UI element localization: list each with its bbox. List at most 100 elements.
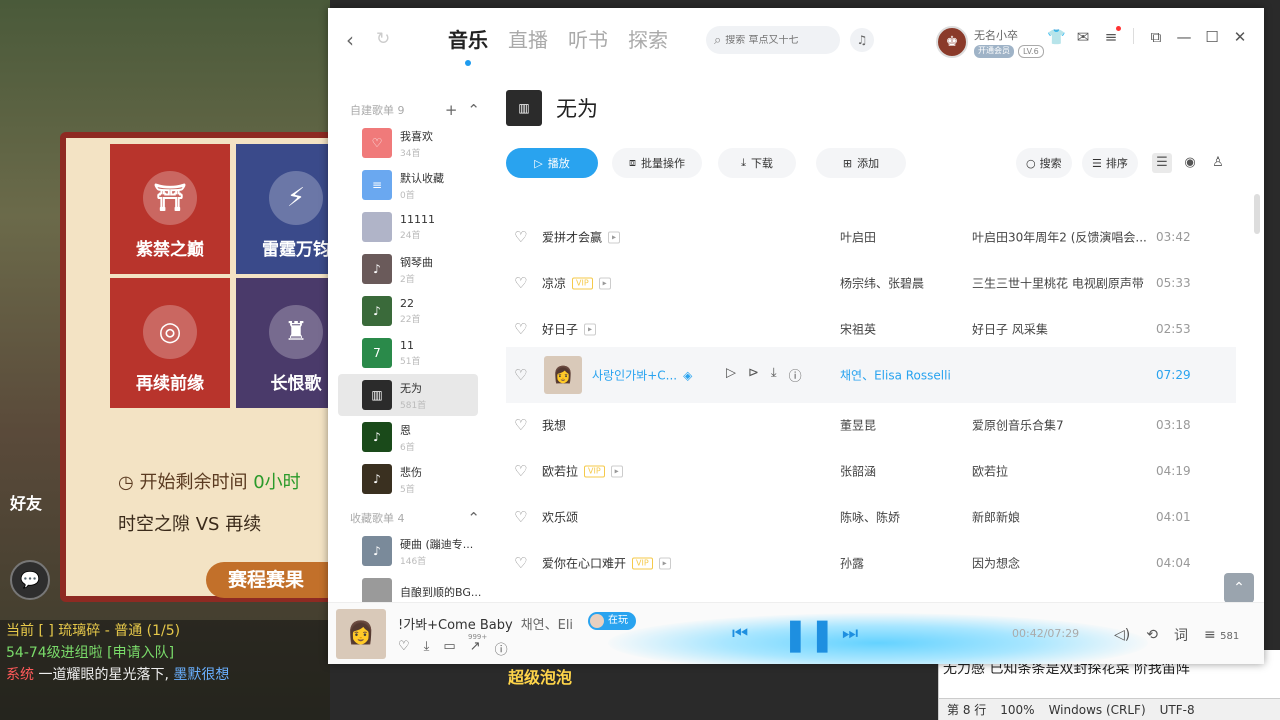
next-icon[interactable]: ⏭ — [842, 623, 858, 644]
song-artist[interactable]: 孙露 — [840, 555, 960, 572]
back-arrow-icon[interactable]: ‹ — [346, 28, 354, 52]
tab-audiobook[interactable]: 听书 — [568, 24, 608, 53]
sidebar-item-playlist[interactable]: 自酿到顺的BG... — [338, 572, 481, 602]
song-title[interactable]: 好日子 ▸ — [542, 321, 597, 338]
share-icon[interactable]: ↗ — [470, 639, 481, 658]
download-icon[interactable]: ⤓ — [771, 366, 777, 385]
song-artist[interactable]: 董昱昆 — [840, 417, 960, 434]
song-album[interactable]: 欧若拉 — [972, 463, 1147, 480]
song-title[interactable]: 爱拼才会赢 ▸ — [542, 229, 621, 246]
mv-icon[interactable]: ▸ — [610, 465, 623, 477]
lyrics-button[interactable]: 词 — [1174, 625, 1188, 645]
user-name[interactable]: 无名小卒 — [974, 27, 1044, 43]
song-artist[interactable]: 叶启田 — [840, 229, 960, 246]
maximize-icon[interactable]: ☐ — [1204, 28, 1220, 46]
song-title[interactable]: 欧若拉 VIP ▸ — [542, 463, 623, 480]
refresh-icon[interactable]: ↻ — [376, 29, 390, 49]
now-playing-cover[interactable]: 👩 — [336, 609, 386, 659]
song-title[interactable]: 爱你在心口难开 VIP ▸ — [542, 555, 671, 572]
minimize-icon[interactable]: — — [1176, 28, 1192, 46]
game-tile-2[interactable]: ◎ 再续前缘 — [110, 278, 230, 408]
previous-icon[interactable]: ⏮ — [732, 623, 748, 644]
tab-music[interactable]: 音乐 — [448, 24, 488, 66]
now-playing-title[interactable]: !가봐+Come Baby — [398, 618, 513, 633]
list-view-icon[interactable]: ☰ — [1152, 153, 1172, 173]
table-row[interactable]: ♡ 凉凉 VIP ▸ 杨宗纬、张碧晨 三生三世十里桃花 电视剧原声带 05:33 — [506, 260, 1236, 306]
mv-icon[interactable]: ▸ — [608, 231, 621, 243]
table-row[interactable]: ♡ 爱你在心口难开 VIP ▸ 孙露 因为想念 04:04 — [506, 540, 1236, 586]
loop-icon[interactable]: ⟲ — [1146, 627, 1158, 643]
song-album[interactable]: 叶启田30年周年2 (反馈演唱会... — [972, 229, 1147, 246]
search-box[interactable]: ⌕ — [706, 26, 840, 54]
info-icon[interactable]: ⓘ — [495, 639, 508, 658]
sidebar-item-playlist[interactable]: ♪ 22 22首 — [338, 290, 478, 332]
play-icon[interactable]: ▷ — [726, 366, 736, 385]
song-artist[interactable]: 杨宗纬、张碧晨 — [840, 275, 960, 292]
search-in-playlist-button[interactable]: ○ 搜索 — [1016, 148, 1072, 178]
comment-icon[interactable]: ▭ — [443, 639, 455, 658]
batch-button[interactable]: ⧈ 批量操作 — [612, 148, 702, 178]
song-title[interactable]: 凉凉 VIP ▸ — [542, 275, 611, 292]
add-icon[interactable]: + — [445, 101, 458, 119]
table-row[interactable]: ♡ 好日子 ▸ 宋祖英 好日子 风采集 02:53 — [506, 306, 1236, 352]
heart-icon[interactable]: ♡ — [514, 274, 527, 292]
song-artist[interactable]: 채연、Elisa Rosselli — [840, 367, 970, 384]
tab-explore[interactable]: 探索 — [628, 24, 668, 53]
heart-icon[interactable]: ♡ — [514, 416, 527, 434]
song-title[interactable]: 我想 — [542, 417, 566, 434]
song-artist[interactable]: 张韶涵 — [840, 463, 960, 480]
song-album[interactable]: 爱原创音乐合集7 — [972, 417, 1147, 434]
skin-shirt-icon[interactable]: 👕 — [1047, 28, 1066, 46]
volume-icon[interactable]: ◁) — [1114, 627, 1130, 643]
scrollbar[interactable] — [1254, 194, 1260, 234]
disc-view-icon[interactable]: ◉ — [1180, 153, 1200, 173]
song-title[interactable]: 欢乐颂 — [542, 509, 578, 526]
friends-button[interactable]: 好友 — [10, 490, 42, 514]
download-button[interactable]: ⤓ 下载 — [718, 148, 796, 178]
schedule-button[interactable]: 赛程赛果 — [206, 562, 330, 598]
heart-icon[interactable]: ♡ — [514, 366, 527, 384]
game-tile-0[interactable]: ⛩ 紫禁之巅 — [110, 144, 230, 274]
sidebar-item-playlist[interactable]: ♡ 我喜欢 34首 — [338, 122, 478, 164]
sidebar-item-playlist[interactable]: ♪ 恩 6首 — [338, 416, 478, 458]
sidebar-item-playlist[interactable]: 7 11 51首 — [338, 332, 478, 374]
song-album[interactable]: 新郎新娘 — [972, 509, 1147, 526]
pause-icon[interactable]: ❚❚ — [782, 615, 836, 653]
heart-icon[interactable]: ♡ — [398, 639, 410, 658]
user-profile[interactable]: ♚ 无名小卒 开通会员 LV.6 — [936, 26, 1044, 58]
song-album[interactable]: 三生三世十里桃花 电视剧原声带 — [972, 275, 1147, 292]
avatar[interactable]: ♚ — [936, 26, 968, 58]
song-album[interactable]: 好日子 风采集 — [972, 321, 1147, 338]
sidebar-item-playlist[interactable]: ♪ 悲伤 5首 — [338, 458, 478, 500]
heart-icon[interactable]: ♡ — [514, 228, 527, 246]
sidebar-item-playlist[interactable]: 11111 24首 — [338, 206, 478, 248]
tab-live[interactable]: 直播 — [508, 24, 548, 53]
scroll-to-top-icon[interactable]: ⌃ — [1224, 573, 1254, 603]
menu-icon[interactable]: ≡ — [1103, 26, 1121, 46]
collapse-icon[interactable]: ⌃ — [467, 101, 480, 119]
heart-icon[interactable]: ♡ — [514, 462, 527, 480]
collapse-icon[interactable]: ⌃ — [467, 509, 480, 527]
table-row[interactable]: ♡ 我想 董昱昆 爱原创音乐合集7 03:18 — [506, 402, 1236, 448]
vip-badge[interactable]: 开通会员 — [974, 44, 1014, 58]
info-icon[interactable]: ⓘ — [789, 366, 802, 385]
sort-button[interactable]: ☰ 排序 — [1082, 148, 1138, 178]
heart-icon[interactable]: ♡ — [514, 320, 527, 338]
table-row[interactable]: ♡ 欢乐颂 陈咏、陈娇 新郎新娘 04:01 — [506, 494, 1236, 540]
mail-icon[interactable]: ✉ — [1075, 28, 1091, 46]
artist-view-icon[interactable]: ♙ — [1208, 153, 1228, 173]
playing-badge[interactable]: 在玩 — [588, 612, 636, 630]
sidebar-item-playlist[interactable]: ♪ 钢琴曲 2首 — [338, 248, 478, 290]
mini-mode-icon[interactable]: ⧉ — [1148, 28, 1164, 46]
game-tile-1[interactable]: ⚡ 雷霆万钧 — [236, 144, 330, 274]
table-row[interactable]: ♡ 爱拼才会赢 ▸ 叶启田 叶启田30年周年2 (反馈演唱会... 03:42 — [506, 214, 1236, 260]
sidebar-item-playlist[interactable]: ≡ 默认收藏 0首 — [338, 164, 478, 206]
song-artist[interactable]: 陈咏、陈娇 — [840, 509, 960, 526]
playlist-queue-button[interactable]: ≡ 581 — [1204, 627, 1239, 643]
close-icon[interactable]: ✕ — [1232, 28, 1248, 46]
download-icon[interactable]: ⤓ — [424, 639, 430, 658]
chat-bubble-icon[interactable]: 💬 — [10, 560, 50, 600]
song-artist[interactable]: 宋祖英 — [840, 321, 960, 338]
sidebar-item-playlist[interactable]: ♪ 硬曲 (蹦迪专... 146首 — [338, 530, 478, 572]
mv-icon[interactable]: ▸ — [658, 557, 671, 569]
